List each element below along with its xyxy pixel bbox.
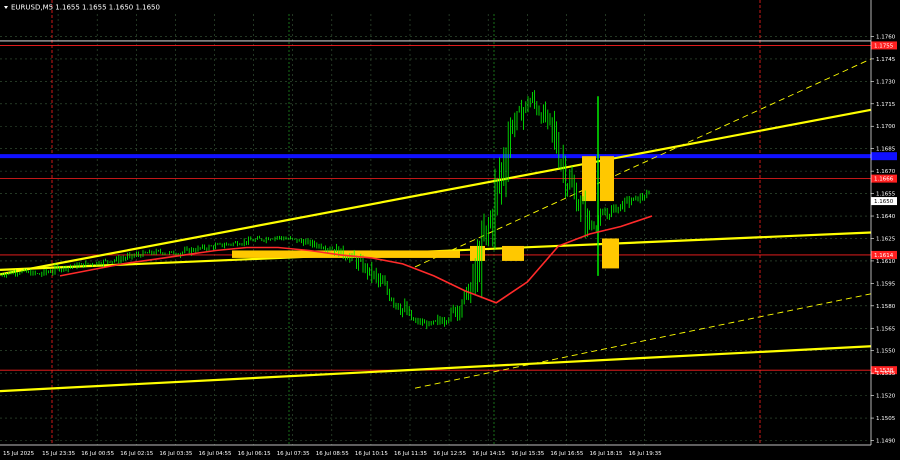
- blue-level-label-bg: [871, 152, 897, 161]
- y-tick-label: 1.1505: [876, 416, 896, 422]
- x-tick-label: 16 Jul 00:55: [81, 451, 114, 457]
- y-tick-label: 1.1745: [876, 57, 896, 63]
- y-tick-label: 1.1595: [876, 281, 896, 287]
- price-chart[interactable]: 1.17551.16661.16141.15381.1650 1.17601.1…: [0, 0, 900, 460]
- y-tick-label: 1.1610: [876, 259, 896, 265]
- y-tick-label: 1.1535: [876, 371, 896, 377]
- x-tick-label: 16 Jul 06:15: [238, 451, 271, 457]
- x-tick-label: 16 Jul 04:55: [199, 451, 232, 457]
- signal-box: [582, 156, 596, 202]
- signal-box: [600, 156, 614, 202]
- x-tick-label: 16 Jul 12:55: [433, 451, 466, 457]
- chart-title: EURUSD,M5 1.1655 1.1655 1.1650 1.1650: [11, 4, 160, 12]
- x-tick-label: 16 Jul 18:15: [590, 451, 623, 457]
- y-tick-label: 1.1700: [876, 124, 896, 130]
- x-tick-label: 15 Jul 23:35: [42, 451, 75, 457]
- x-tick-label: 16 Jul 16:55: [550, 451, 583, 457]
- x-tick-label: 15 Jul 2025: [3, 451, 35, 457]
- y-tick-label: 1.1730: [876, 79, 896, 85]
- chart-title-group: EURUSD,M5 1.1655 1.1655 1.1650 1.1650: [4, 4, 160, 12]
- x-tick-label: 16 Jul 10:15: [355, 451, 388, 457]
- signal-box: [232, 250, 460, 258]
- x-tick-label: 16 Jul 11:35: [394, 451, 427, 457]
- chart-background: [0, 0, 900, 460]
- y-tick-label: 1.1670: [876, 169, 896, 175]
- red-level-label: 1.1666: [874, 177, 894, 183]
- x-tick-label: 16 Jul 02:15: [120, 451, 153, 457]
- y-tick-label: 1.1640: [876, 214, 896, 220]
- y-tick-label: 1.1760: [876, 34, 896, 40]
- x-tick-label: 16 Jul 08:55: [316, 451, 349, 457]
- y-tick-label: 1.1685: [876, 147, 896, 153]
- y-tick-label: 1.1580: [876, 304, 896, 310]
- red-level-label: 1.1755: [874, 43, 894, 49]
- signal-box: [602, 238, 619, 269]
- x-tick-label: 16 Jul 19:35: [629, 451, 662, 457]
- y-tick-label: 1.1520: [876, 394, 896, 400]
- signal-box: [502, 245, 524, 261]
- y-tick-label: 1.1715: [876, 102, 896, 108]
- x-tick-label: 16 Jul 07:35: [277, 451, 310, 457]
- y-tick-label: 1.1655: [876, 192, 896, 198]
- x-tick-label: 16 Jul 15:35: [511, 451, 544, 457]
- x-tick-label: 16 Jul 03:35: [159, 451, 192, 457]
- y-tick-label: 1.1565: [876, 326, 896, 332]
- y-tick-label: 1.1550: [876, 349, 896, 355]
- y-tick-label: 1.1490: [876, 439, 896, 445]
- x-tick-label: 16 Jul 14:15: [472, 451, 505, 457]
- current-price-label: 1.1650: [874, 199, 894, 205]
- y-tick-label: 1.1625: [876, 236, 896, 242]
